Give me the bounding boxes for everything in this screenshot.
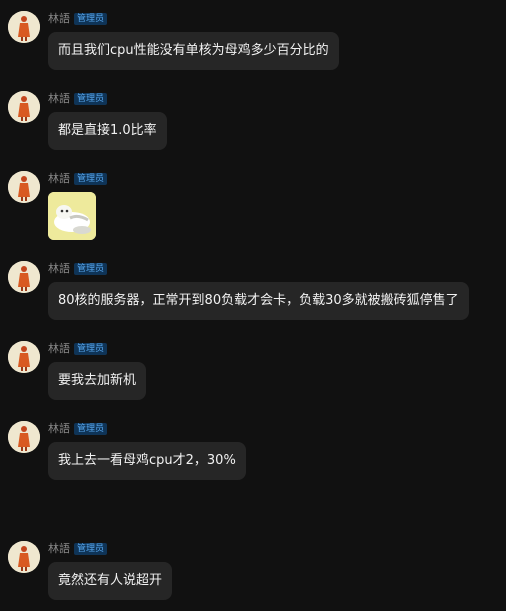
username[interactable]: 林語 <box>48 261 70 277</box>
message-bubble[interactable]: 竟然还有人说超开 <box>48 562 173 600</box>
username[interactable]: 林語 <box>48 11 70 27</box>
username[interactable]: 林語 <box>48 541 70 557</box>
admin-badge: 管理员 <box>74 343 108 355</box>
message-bubble[interactable]: 我上去一看母鸡cpu才2，30% <box>48 442 246 480</box>
sticker-image[interactable] <box>48 192 96 240</box>
admin-badge: 管理员 <box>74 173 108 185</box>
avatar[interactable] <box>8 171 40 203</box>
avatar[interactable] <box>8 11 40 43</box>
message-bubble[interactable]: 都是直接1.0比率 <box>48 112 167 150</box>
chat-message-list: 林語 管理员 而且我们cpu性能没有单核为母鸡多少百分比的 林語 管理员 都是直… <box>0 0 506 611</box>
avatar[interactable] <box>8 541 40 573</box>
avatar-figure-icon <box>8 11 40 43</box>
avatar-figure-icon <box>8 91 40 123</box>
avatar[interactable] <box>8 91 40 123</box>
username[interactable]: 林語 <box>48 91 70 107</box>
admin-badge: 管理员 <box>74 93 108 105</box>
avatar-figure-icon <box>8 341 40 373</box>
message-bubble[interactable]: 80核的服务器，正常开到80负载才会卡，负载30多就被搬砖狐停售了 <box>48 282 469 320</box>
admin-badge: 管理员 <box>74 423 108 435</box>
avatar-figure-icon <box>8 541 40 573</box>
avatar[interactable] <box>8 261 40 293</box>
admin-badge: 管理员 <box>74 263 108 275</box>
cartoon-sticker-icon <box>48 192 96 240</box>
admin-badge: 管理员 <box>74 13 108 25</box>
avatar[interactable] <box>8 421 40 453</box>
avatar-figure-icon <box>8 421 40 453</box>
avatar-figure-icon <box>8 171 40 203</box>
admin-badge: 管理员 <box>74 543 108 555</box>
message-bubble[interactable]: 要我去加新机 <box>48 362 147 400</box>
username[interactable]: 林語 <box>48 341 70 357</box>
username[interactable]: 林語 <box>48 421 70 437</box>
message-bubble[interactable]: 而且我们cpu性能没有单核为母鸡多少百分比的 <box>48 32 339 70</box>
avatar[interactable] <box>8 341 40 373</box>
username[interactable]: 林語 <box>48 171 70 187</box>
avatar-figure-icon <box>8 261 40 293</box>
